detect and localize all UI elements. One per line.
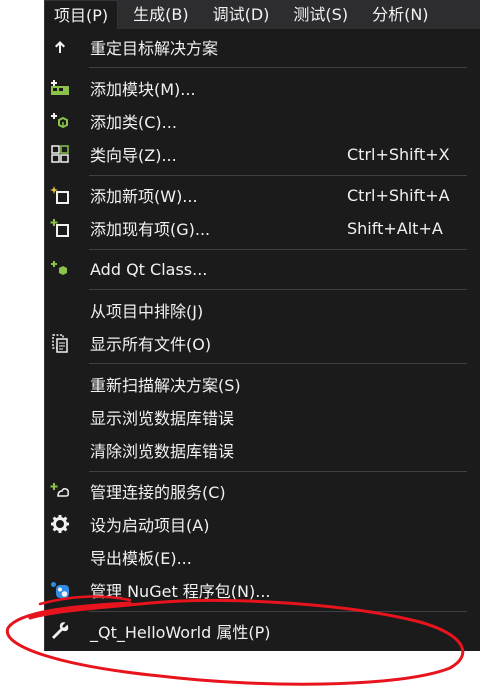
add-new-item-icon [44, 179, 76, 211]
connected-services-icon [44, 475, 76, 507]
separator [89, 67, 467, 68]
menubar-item-build[interactable]: 生成(B) [124, 0, 197, 29]
menu-item-manage-connected-services[interactable]: 管理连接的服务(C) [45, 475, 480, 507]
menu-item-exclude-from-project[interactable]: 从项目中排除(J) [45, 294, 480, 326]
menu-item-add-existing-item[interactable]: 添加现有项(G)... Shift+Alt+A [45, 212, 480, 244]
shortcut-text: Ctrl+Shift+A [347, 185, 450, 205]
gear-icon [44, 508, 76, 540]
menu-item-label: 设为启动项目(A) [90, 516, 210, 535]
show-all-files-icon [44, 327, 76, 359]
menu-bar: 项目(P) 生成(B) 调试(D) 测试(S) 分析(N) [44, 0, 480, 29]
menu-item-clear-browse-db-errors[interactable]: 清除浏览数据库错误 [45, 434, 480, 466]
add-module-icon [44, 72, 76, 104]
menu-item-label: 管理 NuGet 程序包(N)... [90, 582, 271, 601]
add-existing-item-icon [44, 212, 76, 244]
project-dropdown-menu: 重定目标解决方案 添加模块(M)... 添加类(C)... 类向导(Z)... … [44, 29, 480, 651]
add-qt-class-icon [44, 253, 76, 285]
separator [89, 611, 467, 612]
menu-item-add-qt-class[interactable]: Add Qt Class... [45, 253, 480, 285]
separator [89, 249, 467, 250]
menubar-item-analyze[interactable]: 分析(N) [363, 0, 437, 29]
menu-item-export-template[interactable]: 导出模板(E)... [45, 541, 480, 573]
class-wizard-icon [44, 138, 76, 170]
menu-item-label: 显示所有文件(O) [90, 335, 212, 354]
menu-item-label: 类向导(Z)... [90, 146, 177, 165]
shortcut-text: Shift+Alt+A [347, 218, 443, 238]
menu-item-show-all-files[interactable]: 显示所有文件(O) [45, 327, 480, 359]
menubar-item-test[interactable]: 测试(S) [284, 0, 357, 29]
menu-item-class-wizard[interactable]: 类向导(Z)... Ctrl+Shift+X [45, 138, 480, 170]
menu-item-label: 管理连接的服务(C) [90, 483, 226, 502]
menu-item-label: 添加模块(M)... [90, 80, 196, 99]
menu-item-add-class[interactable]: 添加类(C)... [45, 105, 480, 137]
menubar-item-project[interactable]: 项目(P) [44, 0, 119, 29]
menu-item-label: 重新扫描解决方案(S) [90, 376, 241, 395]
menu-item-manage-nuget-packages[interactable]: 管理 NuGet 程序包(N)... [45, 574, 480, 606]
menu-item-show-browse-db-errors[interactable]: 显示浏览数据库错误 [45, 401, 480, 433]
menu-item-label: 清除浏览数据库错误 [90, 442, 235, 461]
menu-item-rescan-solution[interactable]: 重新扫描解决方案(S) [45, 368, 480, 400]
wrench-icon [44, 615, 76, 647]
arrow-up-icon [44, 31, 76, 63]
separator [89, 363, 467, 364]
menu-item-label: 显示浏览数据库错误 [90, 409, 235, 428]
separator [89, 175, 467, 176]
menu-item-add-new-item[interactable]: 添加新项(W)... Ctrl+Shift+A [45, 179, 480, 211]
menu-item-label: 重定目标解决方案 [90, 39, 219, 58]
menu-item-label: 导出模板(E)... [90, 549, 192, 568]
menu-item-label: 添加现有项(G)... [90, 220, 211, 239]
menu-item-label: Add Qt Class... [90, 259, 208, 279]
menu-item-add-module[interactable]: 添加模块(M)... [45, 72, 480, 104]
add-class-icon [44, 105, 76, 137]
menu-item-label: _Qt_HelloWorld 属性(P) [90, 623, 271, 642]
nuget-icon [44, 574, 76, 606]
menu-item-retarget-solution[interactable]: 重定目标解决方案 [45, 31, 480, 63]
menu-item-project-properties[interactable]: _Qt_HelloWorld 属性(P) [45, 615, 480, 647]
menu-item-label: 添加新项(W)... [90, 187, 198, 206]
menu-item-label: 添加类(C)... [90, 113, 177, 132]
menubar-item-debug[interactable]: 调试(D) [204, 0, 279, 29]
menu-item-set-as-startup-project[interactable]: 设为启动项目(A) [45, 508, 480, 540]
separator [89, 289, 467, 290]
shortcut-text: Ctrl+Shift+X [347, 144, 450, 164]
menu-item-label: 从项目中排除(J) [90, 302, 204, 321]
separator [89, 471, 467, 472]
